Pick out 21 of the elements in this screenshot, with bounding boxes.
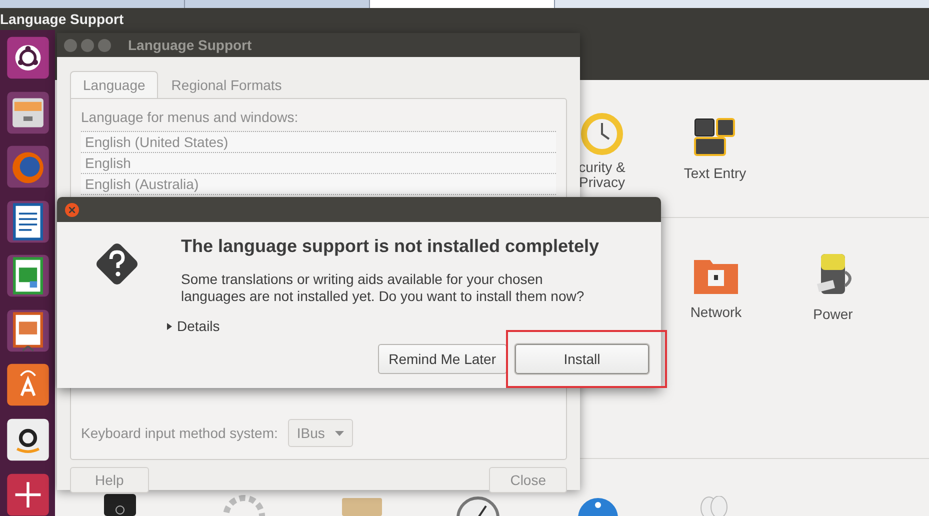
- settings-item-label[interactable]: curity & Privacy: [577, 160, 627, 190]
- close-button[interactable]: Close: [489, 467, 567, 493]
- window-title: Language Support: [0, 11, 124, 27]
- dialog-title: The language support is not installed completely: [181, 236, 600, 257]
- help-button[interactable]: Help: [70, 467, 149, 493]
- tab[interactable]: Language: [70, 71, 158, 98]
- settings-item-label[interactable]: Text Entry: [684, 165, 746, 181]
- dialog-message: Some translations or writing aids available for your chosen languages are not installed yet. Do you want to install them now?: [181, 271, 586, 305]
- language-list-item[interactable]: English (Australia): [81, 174, 556, 195]
- install-button[interactable]: Install: [515, 344, 649, 374]
- language-list-item[interactable]: English (United States): [81, 132, 556, 153]
- settings-item-label[interactable]: Power: [813, 306, 853, 322]
- input-method-dropdown[interactable]: IBus: [288, 419, 353, 447]
- tab[interactable]: Regional Formats: [158, 71, 295, 98]
- field-label: Keyboard input method system:: [81, 425, 278, 441]
- settings-item-label[interactable]: Network: [690, 304, 742, 320]
- window-title: Language Support: [128, 37, 252, 53]
- details-expander[interactable]: Details: [167, 318, 606, 334]
- remind-later-button[interactable]: Remind Me Later: [378, 344, 507, 374]
- list-label: Language for menus and windows:: [81, 109, 300, 125]
- language-list-item[interactable]: English: [81, 153, 556, 174]
